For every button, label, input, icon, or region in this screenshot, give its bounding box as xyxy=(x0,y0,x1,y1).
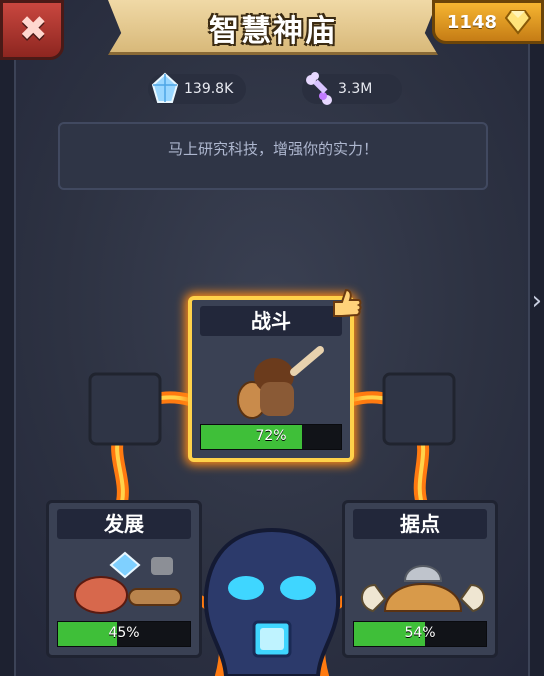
tech-progress-bar: 54% xyxy=(353,621,487,647)
crystal-amount: 139.8K xyxy=(184,81,234,97)
resources-bundle-icon xyxy=(74,551,182,614)
gem-count: 1148 xyxy=(446,12,497,33)
crystal-resource: 139.8K xyxy=(148,72,246,104)
tech-progress-label: 72% xyxy=(255,428,287,444)
tech-card-title: 发展 xyxy=(57,509,191,539)
gem-icon xyxy=(505,10,531,35)
tech-card-stronghold[interactable]: 据点 54% xyxy=(342,500,498,658)
caveman-warrior-icon xyxy=(237,346,324,419)
close-icon: ✖ xyxy=(19,9,48,49)
skull-core[interactable] xyxy=(200,526,344,676)
thumbs-up-icon xyxy=(333,288,362,317)
crystal-icon xyxy=(151,72,179,103)
bone-amount: 3.3M xyxy=(338,81,373,97)
scroll-right-arrow-icon[interactable]: › xyxy=(532,286,542,316)
tech-progress-bar: 72% xyxy=(200,424,342,450)
message-panel: 马上研究科技，增强你的实力！ xyxy=(58,122,488,190)
horned-helmet-icon xyxy=(361,565,485,613)
tech-card-battle[interactable]: 战斗 72% xyxy=(188,288,362,462)
tech-progress-bar: 45% xyxy=(57,621,191,647)
page-title: 智慧神庙 xyxy=(209,14,337,49)
message-text: 马上研究科技，增强你的实力！ xyxy=(167,140,378,158)
tech-card-title: 战斗 xyxy=(200,306,342,336)
close-button[interactable]: ✖ xyxy=(0,0,64,60)
gem-counter[interactable]: 1148 xyxy=(432,0,544,44)
tech-card-development[interactable]: 发展 45% xyxy=(46,500,202,658)
tech-progress-label: 45% xyxy=(108,625,140,641)
bone-resource: 3.3M xyxy=(302,72,402,105)
tech-card-title: 据点 xyxy=(353,509,487,539)
bone-icon xyxy=(306,72,332,105)
tech-progress-label: 54% xyxy=(404,625,436,641)
